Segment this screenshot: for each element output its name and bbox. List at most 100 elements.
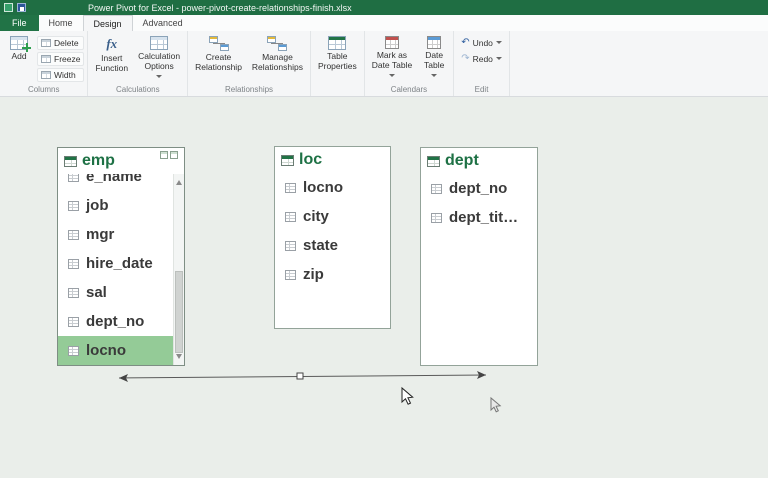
field-icon	[285, 241, 296, 251]
tab-home[interactable]: Home	[39, 15, 83, 31]
delete-column-icon	[41, 39, 51, 47]
calculation-options-button[interactable]: Calculation Options	[134, 32, 184, 82]
ribbon-group-edit: ↶Undo ↷ Redo Edit	[454, 31, 510, 96]
create-relationship-button[interactable]: Create Relationship	[191, 32, 246, 74]
undo-icon: ↶	[461, 38, 469, 48]
field-row-mgr[interactable]: mgr	[58, 220, 184, 249]
scrollbar-thumb[interactable]	[175, 271, 183, 353]
group-label-edit: Edit	[457, 85, 506, 96]
table-icon	[281, 155, 294, 166]
column-width-icon	[41, 71, 51, 79]
table-card-loc[interactable]: loc locno city state zip	[274, 146, 391, 329]
calculation-options-icon	[150, 36, 168, 50]
relationship-line[interactable]	[119, 375, 486, 378]
table-grid-icon[interactable]	[170, 151, 178, 159]
powerpivot-app-icon	[4, 3, 13, 12]
powerpivot-window: Power Pivot for Excel - power-pivot-crea…	[0, 0, 768, 478]
group-label-columns: Columns	[3, 85, 84, 96]
ribbon: Add Delete Freeze Width Columns fx Inser…	[0, 31, 768, 97]
calculation-options-label: Calculation Options	[138, 52, 180, 72]
redo-icon: ↷	[461, 54, 469, 64]
field-icon	[68, 259, 79, 269]
delete-button[interactable]: Delete	[37, 36, 84, 50]
field-row-dept_no[interactable]: dept_no	[58, 307, 184, 336]
ribbon-group-columns: Add Delete Freeze Width Columns	[0, 31, 88, 96]
field-row-dept_title[interactable]: dept_tit…	[421, 203, 537, 232]
field-row-locno[interactable]: locno	[275, 173, 390, 202]
titlebar: Power Pivot for Excel - power-pivot-crea…	[0, 0, 768, 15]
dropdown-caret-icon	[156, 75, 162, 81]
diagram-canvas[interactable]: emp e_name job mgr hire_date sal dept_no…	[0, 97, 768, 478]
field-label: hire_date	[86, 255, 153, 272]
add-button-label: Add	[11, 52, 26, 62]
field-icon	[68, 317, 79, 327]
group-label-properties	[314, 86, 361, 96]
redo-button[interactable]: ↷ Redo	[457, 52, 506, 66]
freeze-column-icon	[41, 55, 51, 63]
date-table-icon	[427, 36, 441, 49]
mark-as-date-table-button[interactable]: Mark as Date Table	[368, 32, 416, 81]
field-label: e_name	[86, 174, 142, 185]
table-properties-button[interactable]: Table Properties	[314, 32, 361, 73]
width-button[interactable]: Width	[37, 68, 84, 82]
group-label-calculations: Calculations	[91, 85, 184, 96]
field-row-locno-selected[interactable]: locno	[58, 336, 184, 365]
field-row-city[interactable]: city	[275, 202, 390, 231]
field-label: dept_no	[449, 180, 507, 197]
scroll-down-icon[interactable]	[176, 354, 182, 362]
table-name-loc: loc	[299, 151, 322, 169]
field-label: locno	[86, 342, 126, 359]
tab-file[interactable]: File	[0, 15, 39, 31]
field-icon	[68, 174, 79, 182]
create-relationship-label: Create Relationship	[195, 53, 242, 73]
redo-label: Redo	[473, 54, 493, 64]
freeze-button[interactable]: Freeze	[37, 52, 84, 66]
table-card-emp[interactable]: emp e_name job mgr hire_date sal dept_no…	[57, 147, 185, 366]
undo-button[interactable]: ↶Undo	[457, 36, 506, 50]
field-icon	[285, 183, 296, 193]
manage-relationships-icon	[267, 36, 287, 51]
field-row-dept_no[interactable]: dept_no	[421, 174, 537, 203]
emp-scrollbar[interactable]	[173, 174, 184, 365]
insert-function-label: Insert Function	[95, 54, 128, 74]
width-label: Width	[54, 70, 76, 80]
field-row-job[interactable]: job	[58, 191, 184, 220]
ribbon-group-calendars: Mark as Date Table Date Table Calendars	[365, 31, 454, 96]
manage-relationships-label: Manage Relationships	[252, 53, 303, 73]
field-row-zip[interactable]: zip	[275, 260, 390, 289]
tab-advanced[interactable]: Advanced	[133, 15, 193, 31]
relationship-midpoint-handle[interactable]	[297, 373, 303, 379]
table-card-dept[interactable]: dept dept_no dept_tit…	[420, 147, 538, 366]
insert-function-button[interactable]: fx Insert Function	[91, 32, 132, 75]
field-row-e_name[interactable]: e_name	[58, 174, 184, 191]
create-relationship-icon	[209, 36, 229, 51]
save-icon[interactable]	[17, 3, 26, 12]
table-maximize-icon[interactable]	[160, 151, 168, 159]
manage-relationships-button[interactable]: Manage Relationships	[248, 32, 307, 74]
field-label: state	[303, 237, 338, 254]
plus-icon	[22, 43, 31, 52]
group-label-calendars: Calendars	[368, 85, 450, 96]
field-icon	[68, 346, 79, 356]
tab-design[interactable]: Design	[83, 15, 133, 31]
ribbon-group-calculations: fx Insert Function Calculation Options C…	[88, 31, 188, 96]
field-row-sal[interactable]: sal	[58, 278, 184, 307]
field-icon	[285, 212, 296, 222]
date-table-button[interactable]: Date Table	[418, 32, 450, 81]
fx-icon: fx	[106, 36, 117, 52]
window-title: Power Pivot for Excel - power-pivot-crea…	[88, 3, 352, 13]
field-label: job	[86, 197, 109, 214]
table-name-emp: emp	[82, 152, 115, 170]
table-properties-label: Table Properties	[318, 52, 357, 72]
field-icon	[68, 288, 79, 298]
field-row-hire_date[interactable]: hire_date	[58, 249, 184, 278]
field-row-state[interactable]: state	[275, 231, 390, 260]
table-header-loc[interactable]: loc	[275, 147, 390, 173]
table-header-dept[interactable]: dept	[421, 148, 537, 174]
scroll-up-icon[interactable]	[176, 177, 182, 185]
field-icon	[68, 201, 79, 211]
delete-label: Delete	[54, 38, 79, 48]
add-columns-button[interactable]: Add	[3, 32, 35, 63]
table-header-emp[interactable]: emp	[58, 148, 184, 174]
dropdown-caret-icon	[496, 41, 502, 47]
